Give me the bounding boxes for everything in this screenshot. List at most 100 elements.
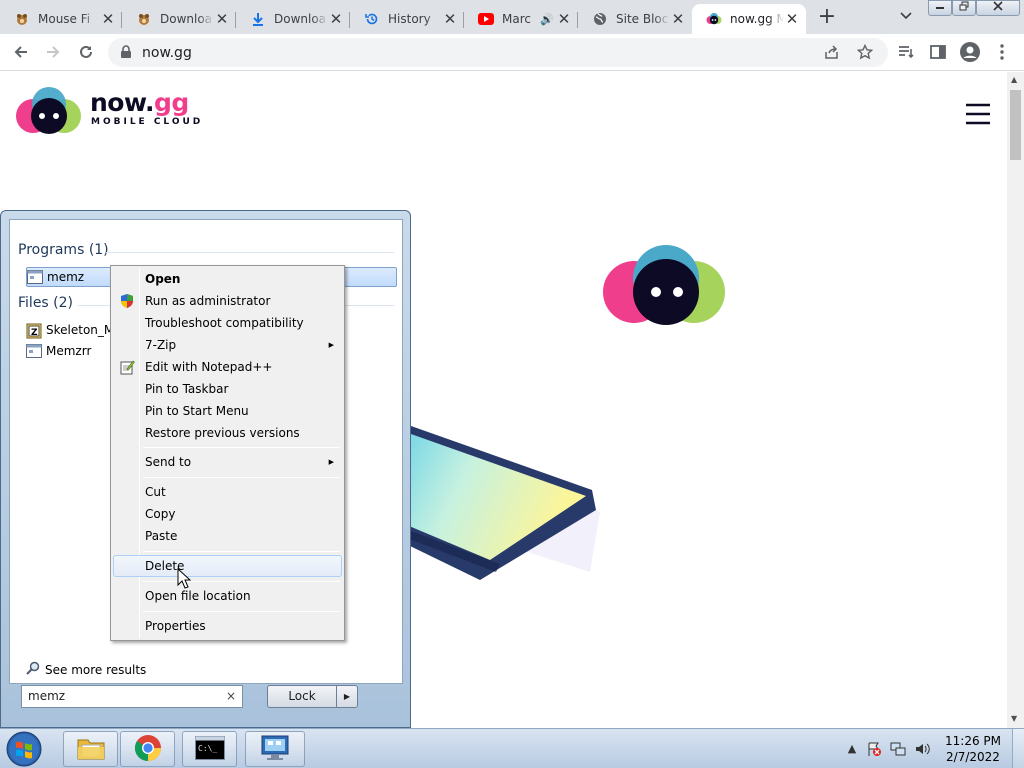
close-icon[interactable]: ✕ — [556, 11, 572, 27]
clock-time[interactable]: 11:26 PM — [941, 734, 1005, 748]
menu-item-send-to[interactable]: Send to ▶ — [113, 451, 342, 473]
tray-expand-icon[interactable]: ▲ — [844, 741, 860, 757]
result-item-skeleton[interactable]: Z Skeleton_M — [26, 320, 114, 340]
nowgg-logo-icon[interactable] — [14, 84, 84, 141]
lock-button[interactable]: Lock ▶ — [267, 685, 358, 708]
menu-item-properties[interactable]: Properties — [113, 615, 342, 637]
result-label: Memzrr — [46, 344, 92, 358]
tab-youtube[interactable]: Marc 🔊 ✕ — [464, 4, 578, 34]
taskbar-explorer[interactable] — [63, 731, 118, 767]
tab-label: now.gg M — [730, 12, 784, 26]
menu-item-run-as-admin[interactable]: Run as administrator — [113, 290, 342, 312]
menu-item-pin-taskbar[interactable]: Pin to Taskbar — [113, 378, 342, 400]
files-header: Files (2) — [18, 295, 74, 311]
history-icon — [364, 11, 380, 27]
submenu-arrow-icon: ▶ — [328, 458, 334, 466]
forward-arrow-icon[interactable] — [41, 40, 65, 64]
search-value[interactable]: memz — [28, 689, 65, 703]
youtube-icon — [478, 11, 494, 27]
brand-name: now.gg — [90, 88, 189, 117]
menu-item-edit-notepadpp[interactable]: Edit with Notepad++ — [113, 356, 342, 378]
reading-list-icon[interactable] — [894, 40, 918, 64]
minimize-button[interactable] — [928, 0, 952, 16]
control-panel-icon — [260, 734, 290, 765]
menu-item-delete[interactable]: Delete — [113, 555, 342, 577]
close-icon[interactable]: ✕ — [100, 11, 116, 27]
reload-icon[interactable] — [74, 40, 98, 64]
lock-label: Lock — [288, 689, 316, 703]
menu-item-7zip[interactable]: 7-Zip ▶ — [113, 334, 342, 356]
tab-downloads-1[interactable]: Downloa ✕ — [122, 4, 236, 34]
brand-tagline: MOBILE CLOUD — [91, 117, 204, 127]
menu-item-paste[interactable]: Paste — [113, 525, 342, 547]
tab-label: Site Bloc — [616, 12, 669, 26]
menu-item-open[interactable]: Open — [113, 268, 342, 290]
mouse-cursor-icon — [177, 567, 192, 593]
programs-header: Programs (1) — [18, 242, 109, 258]
bookmark-star-icon[interactable] — [856, 43, 874, 63]
tab-strip: Mouse Fi ✕ Downloa ✕ Downloa ✕ History ✕… — [0, 0, 1024, 34]
restore-button[interactable] — [952, 0, 976, 16]
close-icon[interactable]: ✕ — [784, 11, 800, 27]
action-center-flag-icon[interactable] — [866, 741, 882, 757]
scroll-down-icon[interactable]: ▼ — [1011, 714, 1017, 723]
result-label: Skeleton_M — [46, 323, 115, 337]
address-bar[interactable]: now.gg — [108, 38, 888, 67]
close-icon[interactable]: ✕ — [442, 11, 458, 27]
new-tab-button[interactable]: + — [816, 6, 838, 28]
back-arrow-icon[interactable] — [9, 40, 33, 64]
chevron-right-icon[interactable]: ▶ — [336, 686, 357, 707]
start-orb-icon[interactable] — [4, 730, 44, 768]
close-window-button[interactable] — [976, 0, 1020, 16]
taskbar-control-panel[interactable] — [245, 731, 305, 767]
tab-site-blocker[interactable]: Site Bloc ✕ — [578, 4, 692, 34]
show-desktop-button[interactable] — [1012, 729, 1024, 768]
tab-search-icon[interactable] — [896, 6, 916, 26]
uac-shield-icon — [119, 293, 135, 309]
result-item-memzrr[interactable]: Memzrr — [26, 341, 91, 361]
cmd-icon: C:\_ — [194, 735, 225, 763]
globe-icon — [592, 11, 608, 27]
menu-item-restore-versions[interactable]: Restore previous versions — [113, 422, 342, 444]
result-label: memz — [47, 270, 85, 284]
svg-text:C:\_: C:\_ — [198, 744, 217, 753]
network-icon[interactable] — [890, 741, 906, 757]
menu-item-open-location[interactable]: Open file location — [113, 585, 342, 607]
tab-nowgg[interactable]: now.gg M ✕ — [692, 4, 806, 34]
folder-icon — [76, 735, 106, 764]
clear-search-icon[interactable]: × — [226, 689, 236, 703]
profile-avatar-icon[interactable] — [958, 40, 982, 64]
volume-icon[interactable] — [914, 741, 930, 757]
see-more-label: See more results — [45, 662, 147, 677]
start-search-input[interactable]: memz × — [21, 685, 243, 708]
tab-downloads-2[interactable]: Downloa ✕ — [236, 4, 350, 34]
tab-history[interactable]: History ✕ — [350, 4, 464, 34]
hamburger-menu-icon[interactable] — [965, 103, 991, 128]
scroll-up-icon[interactable]: ▲ — [1011, 75, 1017, 84]
close-icon[interactable]: ✕ — [328, 11, 344, 27]
menu-item-cut[interactable]: Cut — [113, 481, 342, 503]
url-text[interactable]: now.gg — [142, 45, 192, 61]
see-more-results-link[interactable]: See more results — [26, 661, 146, 678]
share-icon[interactable] — [824, 45, 839, 63]
magnifier-icon — [26, 661, 40, 678]
speaker-icon[interactable]: 🔊 — [540, 13, 556, 26]
scroll-thumb[interactable] — [1010, 90, 1021, 160]
side-panel-icon[interactable] — [926, 40, 950, 64]
kebab-menu-icon[interactable] — [990, 40, 1014, 64]
taskbar-chrome[interactable] — [120, 731, 175, 767]
menu-item-pin-start[interactable]: Pin to Start Menu — [113, 400, 342, 422]
close-icon[interactable]: ✕ — [670, 11, 686, 27]
tab-mouse-fi[interactable]: Mouse Fi ✕ — [0, 4, 122, 34]
tab-label: Mouse Fi — [38, 12, 91, 26]
context-menu: Open Run as administrator Troubleshoot c… — [110, 265, 345, 641]
clock-date[interactable]: 2/7/2022 — [941, 750, 1005, 764]
hedgehog-icon — [136, 11, 152, 27]
menu-item-troubleshoot[interactable]: Troubleshoot compatibility — [113, 312, 342, 334]
close-icon[interactable]: ✕ — [214, 11, 230, 27]
lock-icon[interactable] — [120, 45, 134, 59]
tab-label: Downloa — [160, 12, 213, 26]
taskbar-cmd[interactable]: C:\_ — [182, 731, 237, 767]
page-scrollbar[interactable]: ▲ ▼ — [1007, 72, 1024, 728]
menu-item-copy[interactable]: Copy — [113, 503, 342, 525]
